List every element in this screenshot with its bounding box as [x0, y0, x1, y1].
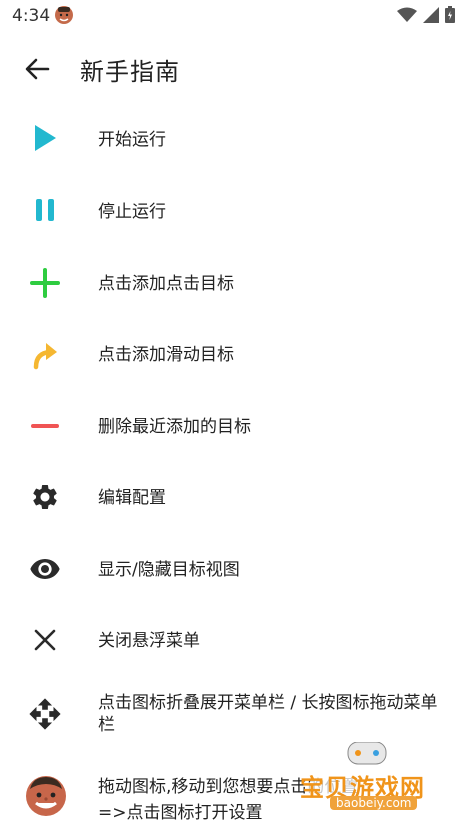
list-item-toggle-view: 显示/隐藏目标视图	[0, 539, 469, 599]
list-item-label: 停止运行	[98, 202, 166, 222]
gear-icon	[25, 477, 65, 517]
back-arrow-icon[interactable]	[22, 54, 52, 84]
list-item-add-click: 点击添加点击目标	[0, 253, 469, 313]
status-avatar-icon	[55, 6, 73, 24]
play-icon	[25, 118, 65, 158]
watermark-url: baobeiy.com	[330, 796, 418, 810]
list-item-label: 编辑配置	[98, 488, 166, 508]
signal-icon	[423, 6, 439, 23]
toolbar: 新手指南	[0, 40, 469, 98]
status-bar: 4:34	[0, 0, 469, 32]
list-item-close-menu: 关闭悬浮菜单	[0, 610, 469, 670]
avatar-icon	[24, 774, 68, 818]
list-item-label: 点击添加点击目标	[98, 274, 234, 294]
close-icon	[25, 620, 65, 660]
minus-icon	[25, 406, 65, 446]
pause-icon	[25, 190, 65, 230]
wifi-icon	[397, 7, 417, 22]
list-item-remove: 删除最近添加的目标	[0, 396, 469, 456]
plus-icon	[25, 263, 65, 303]
list-item-label: 删除最近添加的目标	[98, 417, 251, 437]
list-item-label: 显示/隐藏目标视图	[98, 560, 240, 580]
list-item-add-swipe: 点击添加滑动目标	[0, 324, 469, 384]
battery-icon	[445, 6, 455, 23]
list-item-config: 编辑配置	[0, 467, 469, 527]
list-item-stop: 停止运行	[0, 181, 469, 241]
list-item-label: 点击图标折叠展开菜单栏 / 长按图标拖动菜单栏	[98, 693, 438, 735]
list-item-label: 开始运行	[98, 130, 166, 150]
list-item-start: 开始运行	[0, 110, 469, 170]
status-time: 4:34	[12, 6, 51, 26]
status-icons	[397, 6, 455, 23]
list-item-sublabel: =>点击图标打开设置	[98, 803, 263, 823]
move-icon	[25, 694, 65, 734]
page-title: 新手指南	[80, 58, 180, 86]
list-item-label: 点击添加滑动目标	[98, 345, 234, 365]
swipe-arrow-icon	[25, 335, 65, 375]
list-item-label: 关闭悬浮菜单	[98, 631, 200, 651]
eye-icon	[25, 549, 65, 589]
